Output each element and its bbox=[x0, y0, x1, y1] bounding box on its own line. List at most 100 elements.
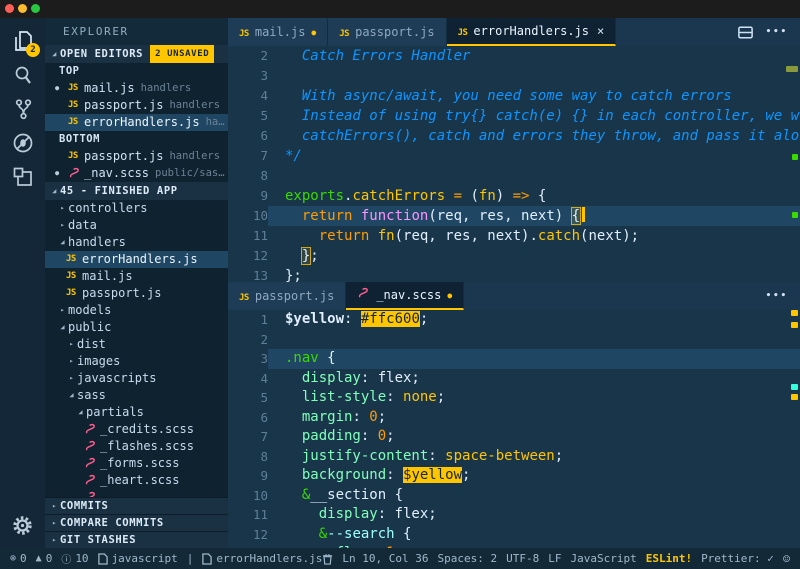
code-line[interactable]: 7 padding: 0; bbox=[228, 427, 800, 447]
code-line[interactable]: 3 .nav { bbox=[228, 349, 800, 369]
code-line[interactable]: 5 list-style: none; bbox=[228, 388, 800, 408]
code-line[interactable]: 4 With async/await, you need some way to… bbox=[228, 86, 800, 106]
tab-errorHandlers.js[interactable]: JS errorHandlers.js × bbox=[446, 18, 617, 46]
tree-item-partials[interactable]: ◢ partials bbox=[45, 404, 228, 421]
status-item[interactable]: JavaScript bbox=[570, 552, 636, 565]
code-line[interactable]: 10 &__section { bbox=[228, 486, 800, 506]
split-editor-icon[interactable] bbox=[737, 24, 754, 41]
open-editor-item[interactable]: ● _nav.scss public/sass/pa… bbox=[45, 165, 228, 182]
tree-item-passport.js[interactable]: JS passport.js bbox=[45, 285, 228, 302]
extensions-icon[interactable] bbox=[0, 160, 45, 194]
status-item-trash[interactable] bbox=[322, 553, 333, 565]
sass-file-icon bbox=[84, 474, 100, 487]
code-line[interactable]: 2 Catch Errors Handler bbox=[228, 46, 800, 66]
code-line[interactable]: 7 */ bbox=[228, 146, 800, 166]
editor-bottom[interactable]: 1 $yellow: #ffc600; 2 3 .nav {4 display: fle… bbox=[228, 310, 800, 548]
code-line[interactable]: 1 $yellow: #ffc600; bbox=[228, 310, 800, 330]
code-line[interactable]: 3 bbox=[228, 66, 800, 86]
code-line[interactable]: 12 }; bbox=[228, 246, 800, 266]
code-line[interactable]: 11 display: flex; bbox=[228, 505, 800, 525]
line-number: 8 bbox=[260, 168, 268, 183]
tree-item-models[interactable]: ▸ models bbox=[45, 302, 228, 319]
tree-item-public[interactable]: ◢ public bbox=[45, 319, 228, 336]
file-path: handler… bbox=[205, 116, 228, 128]
tree-item-dist[interactable]: ▸ dist bbox=[45, 336, 228, 353]
modified-dot: ● bbox=[55, 169, 60, 177]
status-item[interactable]: ESLint! bbox=[646, 552, 692, 565]
status-item[interactable]: | bbox=[187, 552, 194, 565]
status-item-warning[interactable]: ▲ 0 bbox=[36, 552, 53, 565]
tree-item-_flashes.scss[interactable]: _flashes.scss bbox=[45, 438, 228, 455]
status-label: Ln 10, Col 36 bbox=[342, 552, 429, 565]
tree-item-_heart.scss[interactable]: _heart.scss bbox=[45, 472, 228, 489]
overview-ruler[interactable] bbox=[790, 310, 800, 548]
tree-item-data[interactable]: ▸ data bbox=[45, 217, 228, 234]
code-line[interactable]: 9 exports.catchErrors = (fn) => { bbox=[228, 186, 800, 206]
section-git-stashes[interactable]: ▸ GIT STASHES bbox=[45, 531, 228, 548]
status-item[interactable]: Ln 10, Col 36 bbox=[342, 552, 428, 565]
tab-passport.js[interactable]: JS passport.js bbox=[228, 282, 347, 310]
tree-item-errorHandlers.js[interactable]: JS errorHandlers.js bbox=[45, 251, 228, 268]
tree-item-javascripts[interactable]: ▸ javascripts bbox=[45, 370, 228, 387]
chevron-collapsed-icon: ▸ bbox=[60, 204, 65, 212]
code-line[interactable]: 6 catchErrors(), catch and errors they t… bbox=[228, 126, 800, 146]
status-item-error[interactable]: ⊗ 0 bbox=[10, 552, 27, 565]
code-line[interactable]: 10 return function(req, res, next) { bbox=[228, 206, 800, 226]
open-editor-item[interactable]: ● JS mail.js handlers bbox=[45, 80, 228, 97]
section-compare-commits[interactable]: ▸ COMPARE COMMITS bbox=[45, 514, 228, 531]
code-line[interactable]: 6 margin: 0; bbox=[228, 408, 800, 428]
open-editor-item[interactable]: JS passport.js handlers bbox=[45, 97, 228, 114]
tree-item-images[interactable]: ▸ images bbox=[45, 353, 228, 370]
source-control-icon[interactable] bbox=[0, 92, 45, 126]
open-editor-item[interactable]: JS errorHandlers.js handler… bbox=[45, 114, 228, 131]
code-line[interactable]: 9 background: $yellow; bbox=[228, 466, 800, 486]
code-line[interactable]: 12 &--search { bbox=[228, 525, 800, 545]
status-item[interactable]: LF bbox=[548, 552, 561, 565]
tree-item-controllers[interactable]: ▸ controllers bbox=[45, 200, 228, 217]
status-item[interactable]: UTF-8 bbox=[506, 552, 539, 565]
code-line[interactable]: 8 bbox=[228, 166, 800, 186]
code-line[interactable]: 2 bbox=[228, 330, 800, 350]
status-item[interactable]: Spaces: 2 bbox=[437, 552, 497, 565]
editor-top[interactable]: 2 Catch Errors Handler 3 4 With async/awai… bbox=[228, 46, 800, 282]
more-actions-icon[interactable]: ••• bbox=[766, 27, 788, 37]
code-text: $yellow: #ffc600; bbox=[285, 311, 429, 327]
tree-item-sass[interactable]: ◢ sass bbox=[45, 387, 228, 404]
tree-item-_forms.scss[interactable]: _forms.scss bbox=[45, 455, 228, 472]
more-actions-icon[interactable]: ••• bbox=[766, 291, 788, 301]
status-item-smiley[interactable]: ☺ bbox=[783, 552, 790, 566]
code-line[interactable]: 13}; bbox=[228, 266, 800, 282]
code-line[interactable]: 8 justify-content: space-between; bbox=[228, 447, 800, 467]
tree-item-_credits.scss[interactable]: _credits.scss bbox=[45, 421, 228, 438]
traffic-light-minimize[interactable] bbox=[18, 4, 27, 13]
settings-gear-icon[interactable] bbox=[0, 508, 45, 542]
item-name: controllers bbox=[68, 201, 148, 215]
status-item-page[interactable]: errorHandlers.js bbox=[202, 552, 322, 565]
debug-icon[interactable] bbox=[0, 126, 45, 160]
code-line[interactable]: 5 Instead of using try{} catch(e) {} in … bbox=[228, 106, 800, 126]
file-path: handlers bbox=[169, 150, 221, 162]
explorer-icon[interactable]: 2 bbox=[0, 24, 45, 58]
open-editors-header[interactable]: ◢ OPEN EDITORS 2 UNSAVED bbox=[45, 45, 228, 63]
code-line[interactable]: 11 return fn(req, res, next).catch(next)… bbox=[228, 226, 800, 246]
tree-item-mail.js[interactable]: JS mail.js bbox=[45, 268, 228, 285]
folder-section-header[interactable]: ◢ 45 - FINISHED APP bbox=[45, 182, 228, 200]
open-editor-item[interactable]: JS passport.js handlers bbox=[45, 148, 228, 165]
status-item-page[interactable]: javascript bbox=[97, 552, 178, 565]
close-icon[interactable]: × bbox=[597, 24, 604, 38]
editor-group-label: TOP bbox=[59, 65, 80, 77]
traffic-light-zoom[interactable] bbox=[31, 4, 40, 13]
code-line[interactable]: 4 display: flex; bbox=[228, 369, 800, 389]
traffic-light-close[interactable] bbox=[5, 4, 14, 13]
tab-mail.js[interactable]: JS mail.js ● bbox=[228, 18, 329, 46]
search-icon[interactable] bbox=[0, 58, 45, 92]
tree-item-handlers[interactable]: ◢ handlers bbox=[45, 234, 228, 251]
tab-passport.js[interactable]: JS passport.js bbox=[328, 18, 447, 46]
section-commits[interactable]: ▸ COMMITS bbox=[45, 497, 228, 514]
status-item-info[interactable]: ⓘ 10 bbox=[61, 551, 88, 566]
status-item[interactable]: Prettier: ✓ bbox=[701, 552, 774, 565]
tab-_nav.scss[interactable]: _nav.scss ● bbox=[346, 282, 465, 310]
overview-ruler[interactable] bbox=[786, 46, 800, 282]
js-file-icon: JS bbox=[68, 100, 78, 110]
explorer-sidebar: EXPLORER ◢ OPEN EDITORS 2 UNSAVED TOP ● JS… bbox=[45, 18, 228, 548]
